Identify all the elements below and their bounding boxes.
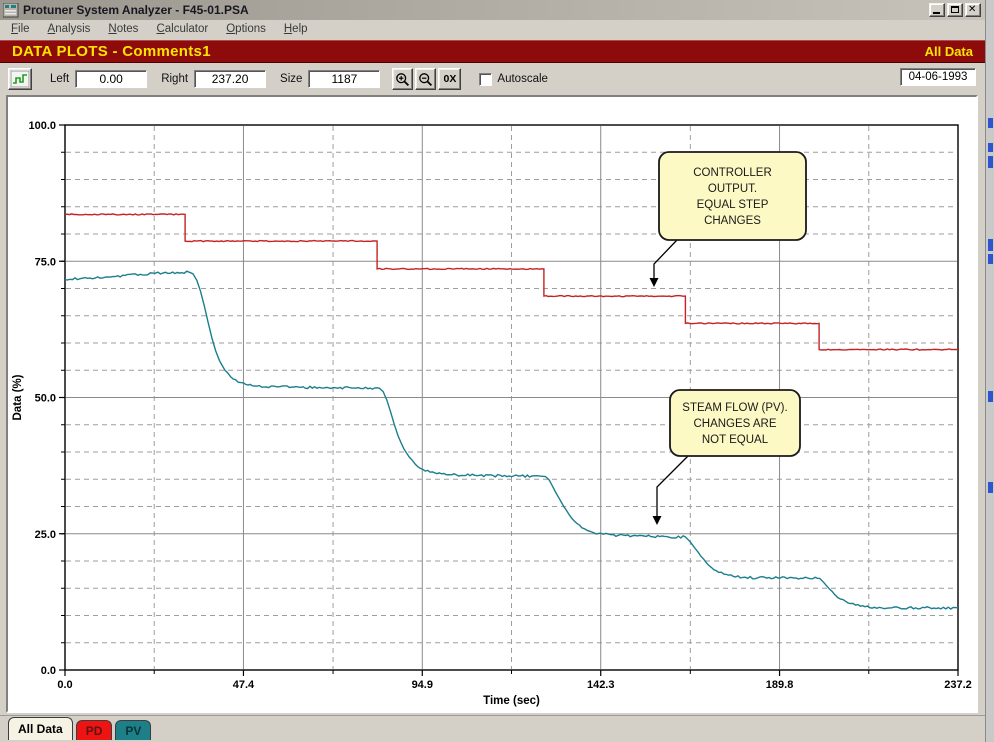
menu-item-file[interactable]: File: [2, 22, 39, 36]
x-tick-label: 47.4: [233, 679, 255, 691]
minimize-icon: [933, 12, 940, 14]
toolbar: Left Right Size 0X Autoscale 04-06-: [0, 63, 985, 95]
x-tick-label: 189.8: [766, 679, 794, 691]
tab-pd[interactable]: PD: [76, 720, 113, 740]
menu-item-help[interactable]: Help: [275, 22, 317, 36]
screen-edge-artifact: [988, 482, 993, 493]
zoom-out-icon: [418, 72, 433, 87]
screen-edge-artifact: [988, 239, 993, 251]
screen-edge-artifact: [988, 118, 993, 128]
annotation-text: OUTPUT.: [708, 183, 757, 195]
size-field[interactable]: [308, 70, 380, 88]
maximize-button[interactable]: [947, 3, 963, 17]
maximize-icon: [951, 6, 959, 13]
menu-item-options[interactable]: Options: [217, 22, 275, 36]
screen-edge-artifact: [988, 391, 993, 402]
y-tick-label: 100.0: [28, 120, 56, 132]
annotation-text: STEAM FLOW (PV).: [682, 402, 787, 414]
y-tick-label: 50.0: [35, 393, 56, 405]
x-tick-label: 94.9: [412, 679, 433, 691]
plot-options-button[interactable]: [8, 68, 32, 90]
page-title: DATA PLOTS - Comments1: [12, 43, 211, 60]
title-bar: Protuner System Analyzer - F45-01.PSA ✕: [0, 0, 985, 20]
annotation-text: CONTROLLER: [693, 167, 772, 179]
annotation-text: EQUAL STEP: [697, 199, 769, 211]
screen-edge-artifact: [988, 156, 993, 168]
close-icon: ✕: [968, 4, 976, 16]
chart-panel: 0.0 25.0 50.0 75.0 100.0 0.0 47.4 94.9 142.3 189.…: [6, 95, 978, 713]
annotation-text: NOT EQUAL: [702, 434, 769, 446]
x-tick-label: 237.2: [944, 679, 972, 691]
autoscale-label: Autoscale: [497, 73, 548, 85]
right-field[interactable]: [194, 70, 266, 88]
left-field-label: Left: [50, 73, 69, 85]
size-field-label: Size: [280, 73, 302, 85]
x-tick-label: 0.0: [57, 679, 72, 691]
annotation-text: CHANGES: [704, 215, 761, 227]
date-field[interactable]: 04-06-1993: [900, 68, 976, 86]
annotation-arrow: [654, 240, 677, 278]
annotation-arrowhead-icon: [653, 516, 662, 525]
zoom-out-button[interactable]: [415, 68, 436, 90]
app-icon: [3, 3, 19, 18]
left-field[interactable]: [75, 70, 147, 88]
window-title: Protuner System Analyzer - F45-01.PSA: [23, 3, 249, 17]
app-window: Protuner System Analyzer - F45-01.PSA ✕ …: [0, 0, 994, 742]
zoom-in-icon: [395, 72, 410, 87]
minimize-button[interactable]: [929, 3, 945, 17]
menu-item-notes[interactable]: Notes: [99, 22, 147, 36]
tab-all-data[interactable]: All Data: [8, 717, 73, 740]
view-header: DATA PLOTS - Comments1 All Data: [0, 40, 985, 63]
menu-item-calculator[interactable]: Calculator: [147, 22, 217, 36]
tab-pv[interactable]: PV: [115, 720, 151, 740]
menu-item-analysis[interactable]: Analysis: [39, 22, 100, 36]
view-mode-label: All Data: [925, 44, 973, 59]
y-tick-label: 75.0: [35, 256, 56, 268]
tab-bar: All DataPDPV: [0, 715, 985, 742]
y-axis-title: Data (%): [12, 374, 24, 420]
screen-edge-artifact: [988, 143, 993, 152]
menu-bar: FileAnalysisNotesCalculatorOptionsHelp: [0, 20, 985, 38]
zoom-reset-button[interactable]: 0X: [438, 68, 461, 90]
close-button[interactable]: ✕: [965, 3, 981, 17]
data-plot-chart[interactable]: 0.0 25.0 50.0 75.0 100.0 0.0 47.4 94.9 142.3 189.…: [8, 97, 976, 711]
autoscale-checkbox[interactable]: [479, 73, 492, 86]
x-tick-label: 142.3: [587, 679, 615, 691]
annotation-text: CHANGES ARE: [693, 418, 776, 430]
screen-edge-artifact: [988, 254, 993, 264]
annotation-arrowhead-icon: [650, 278, 659, 287]
zoom-in-button[interactable]: [392, 68, 413, 90]
plot-curve-icon: [11, 71, 29, 87]
right-field-label: Right: [161, 73, 188, 85]
y-tick-label: 25.0: [35, 529, 56, 541]
screen-edge-strip: [985, 0, 994, 742]
x-axis-title: Time (sec): [483, 695, 540, 707]
y-tick-label: 0.0: [41, 665, 56, 677]
